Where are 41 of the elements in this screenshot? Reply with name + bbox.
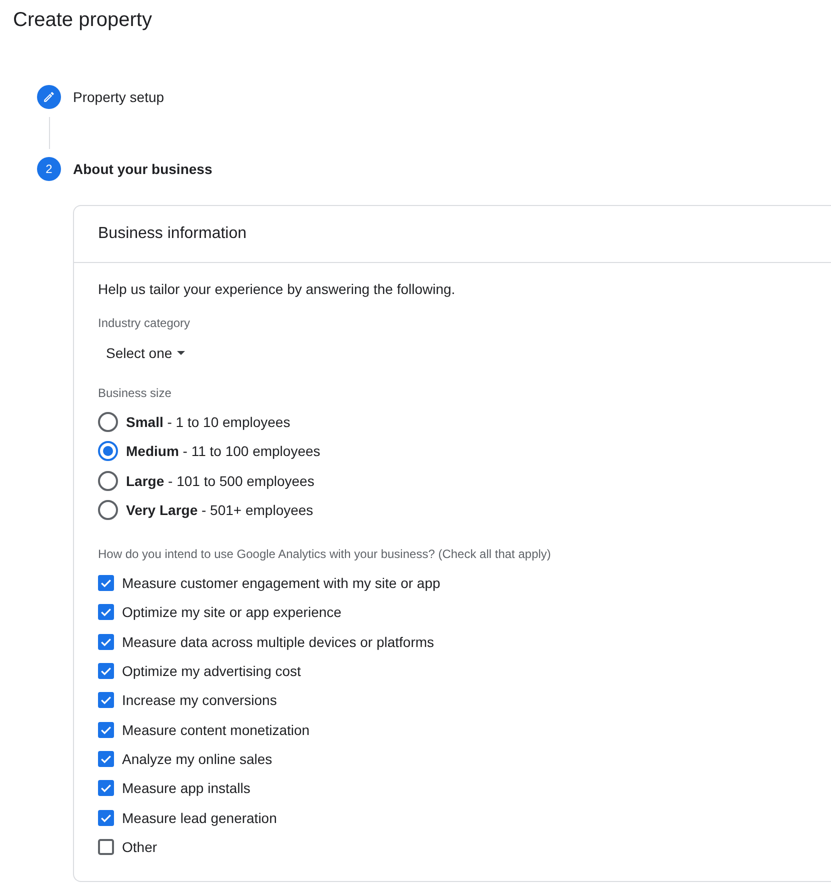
pencil-icon (37, 85, 61, 109)
checkbox-label: Optimize my advertising cost (122, 662, 301, 681)
checkbox[interactable] (98, 722, 114, 738)
field-label: Business size (98, 385, 172, 401)
checkbox-label: Other (122, 838, 158, 857)
checkbox[interactable] (98, 750, 114, 767)
checkbox-label: Optimize my site or app experience (122, 603, 342, 622)
checkbox-label: Analyze my online sales (122, 750, 272, 769)
page-title: Create property (13, 8, 152, 32)
checkbox[interactable] (98, 810, 114, 826)
checkbox-label: Measure lead generation (122, 808, 277, 828)
intro-text: Help us tailor your experience by answering the following. (98, 280, 456, 299)
card-title: Business information (98, 224, 247, 244)
caret-icon (177, 351, 186, 355)
field-label: Industry category (98, 315, 190, 331)
step-label: Property setup (73, 88, 164, 107)
checkbox-label: Increase my conversions (122, 691, 277, 710)
checkbox[interactable] (98, 662, 114, 679)
checkbox-label: Measure customer engagement with my site or app (122, 574, 440, 593)
checkbox[interactable] (98, 780, 114, 796)
checkbox[interactable] (98, 604, 114, 620)
industry-dropdown[interactable]: Select one (98, 335, 194, 371)
checkbox[interactable] (98, 574, 114, 591)
radio-label: Large - 101 to 500 employees (126, 472, 314, 491)
checkbox[interactable] (98, 634, 114, 650)
step-label: About your business (73, 160, 212, 179)
radio-button[interactable] (98, 441, 118, 462)
step-number: 2 (37, 157, 61, 181)
radio-button[interactable] (98, 412, 118, 432)
radio-button[interactable] (98, 500, 118, 520)
radio-button[interactable] (98, 470, 118, 491)
checkbox-label: Measure content monetization (122, 720, 310, 740)
question-label: How do you intend to use Google Analytics with your business? (Check all that apply) (98, 546, 551, 562)
checkbox[interactable] (98, 838, 114, 855)
checkbox[interactable] (98, 692, 114, 708)
radio-label: Small - 1 to 10 employees (126, 412, 290, 432)
radio-label: Medium - 11 to 100 employees (126, 442, 320, 462)
checkbox-label: Measure data across multiple devices or platforms (122, 632, 434, 652)
radio-label: Very Large - 501+ employees (126, 501, 314, 520)
step-connector (48, 117, 50, 149)
checkbox-label: Measure app installs (122, 779, 250, 798)
